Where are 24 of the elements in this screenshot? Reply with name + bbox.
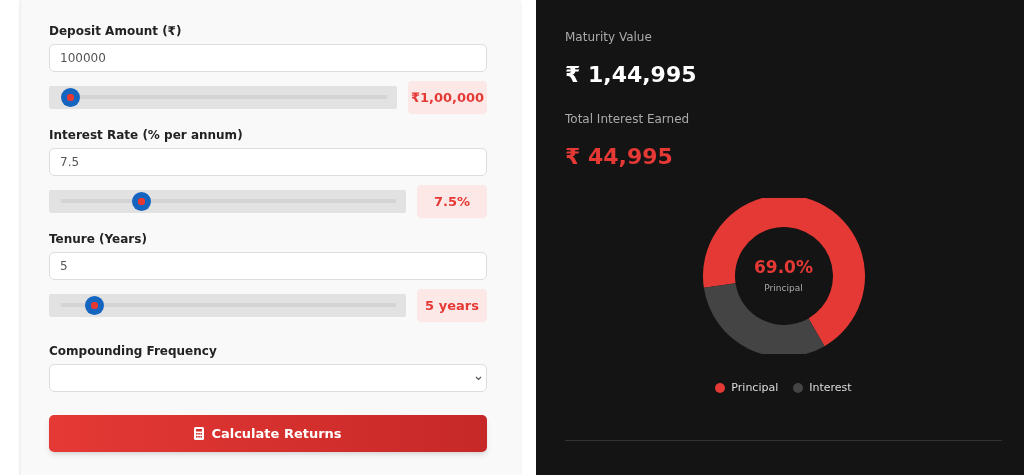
field-label: Compounding Frequency: [49, 344, 218, 359]
value-badge: 7.5%: [417, 185, 487, 218]
input-field[interactable]: 5: [49, 252, 487, 280]
legend-label: Interest: [809, 380, 852, 396]
slider-thumb[interactable]: [131, 192, 151, 211]
value-badge: 5 years: [417, 289, 487, 322]
calculate-button[interactable]: Calculate Returns: [49, 415, 487, 452]
percentage-value: 69.0%: [754, 256, 813, 279]
result-label: Maturity Value: [565, 29, 653, 46]
value-badge: ₹1,00,000: [408, 81, 487, 114]
slider-thumb[interactable]: [61, 88, 81, 107]
field-label: Tenure (Years): [49, 232, 148, 247]
slider-thumb[interactable]: [85, 296, 104, 315]
interest-value: ₹ 44,995: [565, 143, 674, 171]
maturity-value: ₹ 1,44,995: [565, 61, 698, 89]
chevron-down-icon: [475, 375, 482, 381]
field-label: Interest Rate (% per annum): [49, 128, 244, 143]
result-label: Total Interest Earned: [565, 111, 691, 128]
input-field[interactable]: 7.5: [49, 148, 487, 176]
legend-label: Principal: [731, 380, 779, 396]
calculator-icon: [194, 427, 205, 440]
input-field[interactable]: 100000: [49, 44, 487, 72]
center-label: Principal: [764, 282, 803, 296]
field-label: Deposit Amount (₹): [49, 24, 183, 39]
